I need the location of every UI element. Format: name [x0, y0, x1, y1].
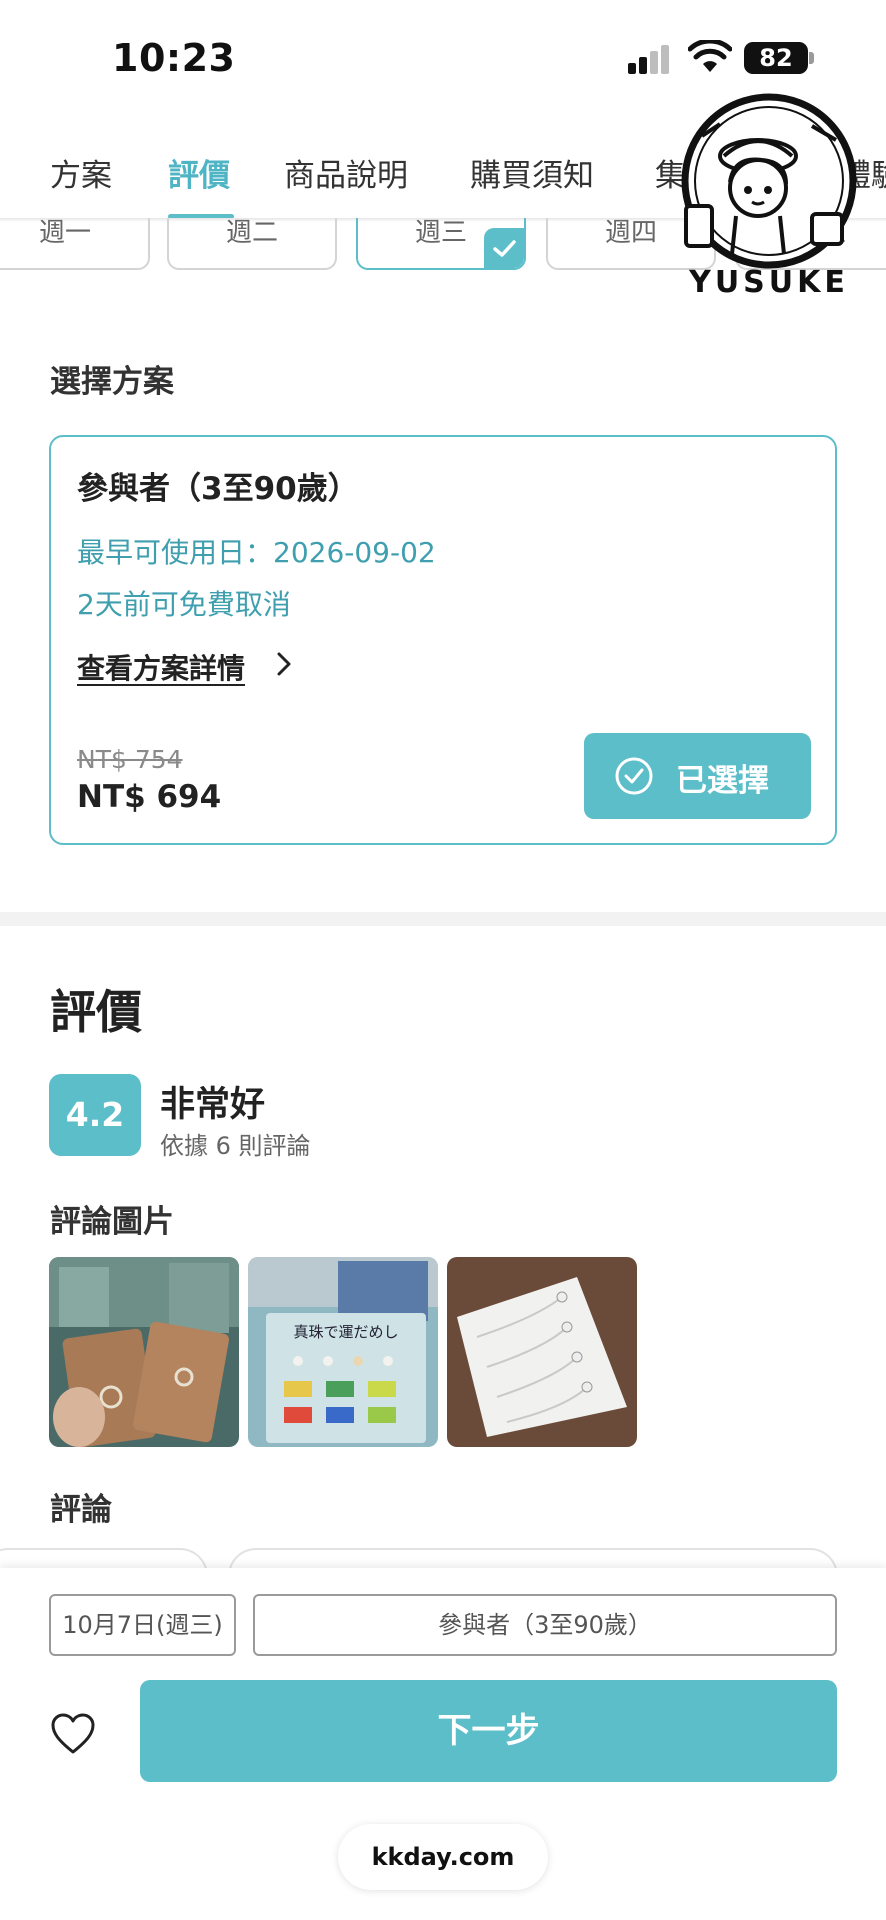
booking-bar: 10月7日(週三) 參與者（3至90歲） 下一步 kkday.com	[0, 1568, 886, 1920]
browser-url-bar[interactable]: kkday.com	[338, 1824, 548, 1890]
day-chip-label: 週四	[604, 218, 657, 248]
review-photo-1[interactable]	[49, 1257, 239, 1447]
sale-price: NT$ 694	[77, 779, 222, 815]
comments-title: 評論	[50, 1492, 112, 1528]
check-circle-icon	[615, 757, 653, 795]
photo-caption: 真珠で運だめし	[293, 1323, 398, 1341]
day-chip-label: 週一	[38, 218, 91, 248]
review-photo-2[interactable]: 真珠で運だめし	[248, 1257, 438, 1447]
day-chip-mon[interactable]: 週一	[0, 218, 150, 270]
selected-participant-chip[interactable]: 參與者（3至90歲）	[253, 1594, 837, 1656]
selected-date-chip[interactable]: 10月7日(週三)	[49, 1594, 236, 1656]
review-photos-title: 評論圖片	[50, 1204, 174, 1240]
yusuke-stamp-logo: YUSUKE	[681, 93, 857, 300]
rating-label: 非常好	[160, 1085, 266, 1125]
tab-product-description[interactable]: 商品說明	[284, 150, 408, 195]
day-chip-tue[interactable]: 週二	[167, 218, 337, 270]
section-divider	[0, 912, 886, 926]
review-count: 依據 6 則評論	[160, 1132, 311, 1160]
tab-plans[interactable]: 方案	[50, 150, 112, 195]
tab-reviews[interactable]: 評價	[168, 150, 230, 195]
plan-earliest-date: 最早可使用日：2026-09-02	[77, 536, 436, 569]
heart-icon[interactable]	[50, 1712, 96, 1756]
original-price: NT$ 754	[77, 745, 183, 774]
rating-score-badge: 4.2	[49, 1074, 141, 1156]
selected-button-label: 已選擇	[676, 763, 769, 799]
status-time: 10:23	[112, 36, 236, 80]
battery-tip	[809, 52, 814, 64]
plan-section-title: 選擇方案	[50, 364, 174, 400]
check-icon	[484, 228, 524, 268]
cellular-signal-icon	[628, 44, 672, 74]
next-step-button[interactable]: 下一步	[140, 1680, 837, 1782]
selected-button[interactable]: 已選擇	[584, 733, 811, 819]
plan-details-link[interactable]: 查看方案詳情	[77, 647, 245, 687]
day-chip-wed[interactable]: 週三	[356, 218, 526, 270]
stamp-text: YUSUKE	[688, 265, 849, 300]
day-chip-label: 週三	[414, 218, 467, 248]
plan-cancel-policy: 2天前可免費取消	[77, 588, 291, 621]
day-chip-label: 週二	[225, 218, 278, 248]
reviews-title: 評價	[50, 985, 142, 1039]
battery-indicator: 82	[744, 42, 808, 74]
plan-name: 參與者（3至90歲）	[77, 471, 359, 507]
tab-purchase-notes[interactable]: 購買須知	[470, 150, 594, 195]
plan-card[interactable]: 參與者（3至90歲） 最早可使用日：2026-09-02 2天前可免費取消 查看…	[49, 435, 837, 845]
review-photo-3[interactable]	[447, 1257, 637, 1447]
wifi-icon	[688, 40, 732, 72]
chevron-right-icon[interactable]	[269, 649, 299, 679]
